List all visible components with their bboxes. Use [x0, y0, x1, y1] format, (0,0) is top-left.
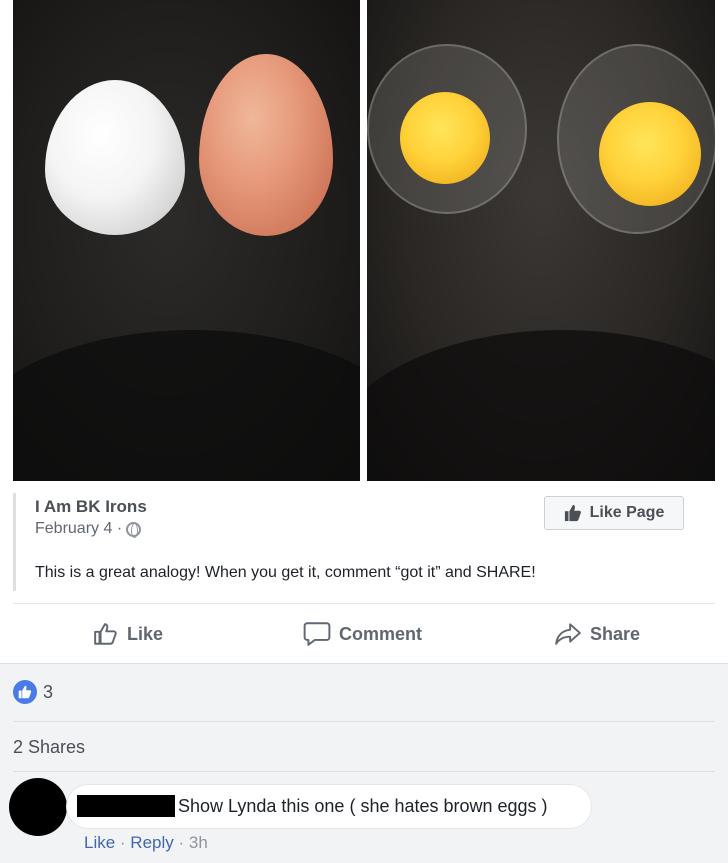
comment-button[interactable]: Comment: [303, 618, 422, 650]
share-label: Share: [590, 623, 641, 644]
speech-bubble-icon: [303, 622, 331, 646]
commenter-avatar[interactable]: [9, 778, 67, 836]
like-page-button[interactable]: Like Page: [544, 496, 684, 530]
redacted-commenter-name: [77, 795, 175, 817]
like-button[interactable]: Like: [93, 618, 163, 650]
shares-count-link[interactable]: 2 Shares: [13, 737, 85, 758]
reaction-count: 3: [43, 681, 54, 702]
post-quote-border: [13, 493, 16, 591]
brown-egg: [199, 54, 333, 236]
white-egg: [45, 80, 185, 235]
post-date-row: February 4 ·: [35, 520, 142, 538]
divider: [13, 721, 715, 722]
divider: [13, 603, 715, 604]
like-label: Like: [127, 623, 164, 644]
post-text: This is a great analogy! When you get it…: [35, 564, 536, 581]
pan-shadow: [367, 330, 715, 481]
meta-separator: ·: [173, 833, 189, 852]
globe-icon: [126, 521, 142, 538]
share-arrow-icon: [555, 623, 581, 645]
comment-label: Comment: [339, 623, 423, 644]
thumbs-up-icon: [564, 504, 581, 522]
photo-whole-eggs: [13, 0, 360, 481]
comment-reply-link[interactable]: Reply: [130, 833, 173, 852]
comment-like-link[interactable]: Like: [84, 833, 115, 852]
pan-shadow: [13, 330, 360, 481]
post-date[interactable]: February 4 ·: [35, 520, 122, 538]
comment-time[interactable]: 3h: [189, 833, 208, 852]
egg-yolk: [400, 92, 490, 184]
comment-meta: Like · Reply · 3h: [84, 833, 208, 853]
like-page-label: Like Page: [589, 504, 665, 521]
share-button[interactable]: Share: [554, 618, 640, 650]
divider: [13, 771, 715, 772]
post-author-link[interactable]: I Am BK Irons: [35, 497, 147, 517]
meta-separator: ·: [115, 833, 131, 852]
post-photo[interactable]: [13, 0, 715, 481]
thumbs-up-outline-icon: [94, 623, 117, 645]
like-reaction-icon: [13, 680, 37, 704]
photo-cracked-eggs: [367, 0, 715, 481]
comment-text: Show Lynda this one ( she hates brown eg…: [178, 796, 548, 816]
egg-yolk: [599, 102, 701, 206]
reaction-summary[interactable]: 3: [13, 680, 53, 704]
